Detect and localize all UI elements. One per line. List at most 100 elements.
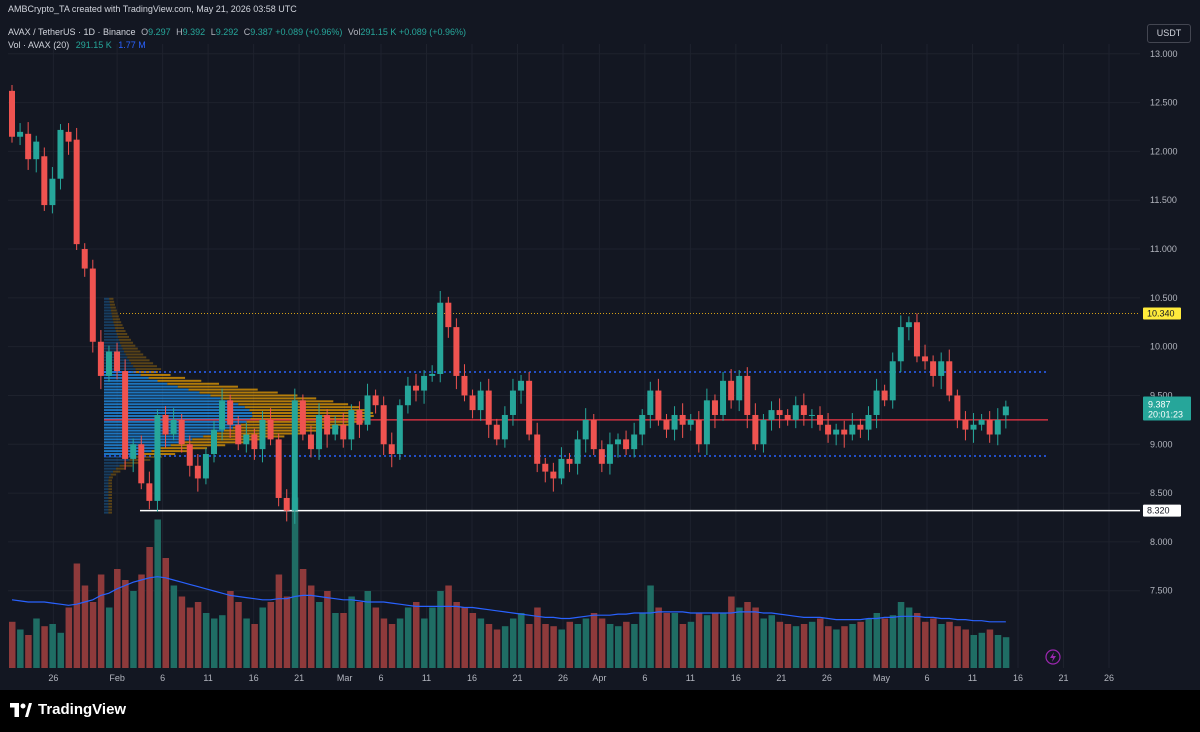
candle-body [283, 497, 290, 511]
profile-row-down [124, 350, 141, 353]
candle-body [970, 424, 977, 430]
volume-bar [356, 602, 363, 668]
profile-row-down [109, 300, 115, 303]
price-chart[interactable]: 13.000 12.500 12.000 11.500 11.000 10.500 10.0… [0, 0, 1200, 690]
candle-body [598, 449, 605, 464]
volume-bar [760, 618, 767, 668]
volume-bar [97, 574, 105, 668]
volume-bar [1002, 637, 1010, 668]
profile-row-down [108, 499, 112, 502]
candle-body [954, 395, 961, 420]
volume-bar [873, 613, 881, 668]
profile-row-down [122, 347, 138, 350]
time-axis[interactable]: 26 Feb 6 11 16 21 Mar 6 11 16 21 26 Apr 6 11 16 21 26 May 6… [48, 673, 1114, 683]
profile-row-up [104, 297, 110, 300]
volume-bar [404, 607, 412, 668]
volume-bar [25, 635, 32, 668]
profile-row-down [177, 385, 238, 388]
candle-body [509, 390, 516, 415]
profile-row-down [108, 508, 112, 511]
candle-body [978, 419, 985, 425]
candle-body [404, 385, 411, 406]
candle-body [89, 268, 96, 342]
profile-row-down [119, 341, 134, 344]
candle-body [889, 361, 896, 401]
time-tick-label: 26 [558, 673, 568, 683]
profile-row-up [104, 461, 125, 464]
volume-bar [283, 596, 291, 668]
profile-row-up [104, 470, 114, 473]
tradingview-logo[interactable]: TradingView [10, 701, 126, 718]
profile-row-up [104, 464, 120, 467]
volume-bar [922, 621, 929, 668]
profile-row-up [104, 441, 182, 444]
candle-body [429, 373, 436, 376]
time-tick-label: 11 [422, 673, 431, 683]
profile-row-down [131, 362, 154, 365]
volume-bar [57, 632, 64, 668]
candle-body [105, 351, 112, 376]
profile-row-up [104, 502, 109, 505]
profile-row-down [113, 321, 122, 324]
profile-row-down [124, 461, 141, 464]
volume-bar [784, 624, 792, 668]
candle-body [388, 444, 395, 455]
footer-bar [0, 690, 1200, 732]
profile-row-up [104, 309, 112, 312]
candle-body [17, 131, 24, 137]
candle-body [946, 361, 953, 396]
time-tick-label: 16 [249, 673, 259, 683]
volume-bar [752, 607, 759, 668]
candle-body [316, 414, 323, 450]
volume-bar [138, 574, 145, 668]
volume-bar [720, 613, 727, 668]
lightning-icon[interactable] [1045, 649, 1061, 665]
volume-bar [768, 615, 776, 668]
candle-body [251, 434, 258, 450]
volume-bar [566, 621, 574, 668]
candle-body [413, 385, 419, 391]
candle-body [178, 419, 185, 445]
candle-body [841, 429, 848, 435]
profile-row-up [104, 300, 110, 303]
candle-body [671, 414, 678, 430]
profile-row-up [104, 315, 113, 318]
profile-row-up [104, 385, 178, 388]
volume-bar [41, 626, 48, 668]
candle-body [461, 375, 468, 396]
profile-row-down [170, 444, 226, 447]
candle-body [994, 419, 1001, 435]
volume-bar [509, 618, 517, 668]
profile-row-down [213, 432, 304, 435]
profile-row-up [104, 394, 211, 397]
candle-body [962, 419, 969, 430]
candle-body [542, 463, 549, 472]
profile-row-down [115, 467, 126, 470]
candle-body [817, 414, 823, 425]
price-tick-label: 11.000 [1150, 244, 1177, 254]
volume-bar [800, 624, 808, 668]
profile-row-down [157, 379, 202, 382]
profile-row-down [114, 327, 124, 330]
volume-bar [243, 618, 250, 668]
candle-body [211, 429, 217, 455]
price-tags: 10.340 8.320 9.38720:01:23 [1143, 307, 1191, 517]
time-tick-label: 6 [924, 673, 929, 683]
candle-body [897, 327, 904, 362]
volume-bar [275, 574, 283, 668]
profile-row-down [108, 482, 112, 485]
profile-row-up [104, 397, 221, 400]
profile-row-down [108, 488, 112, 491]
candle-body [873, 390, 880, 415]
candle-body [493, 424, 500, 440]
time-tick-label: Apr [592, 673, 606, 683]
candle-body [356, 410, 363, 425]
volume-bar [792, 626, 800, 668]
candle-body [606, 444, 613, 464]
candle-body [833, 429, 840, 435]
candle-body [695, 419, 702, 445]
volume-bar [130, 591, 137, 668]
last-price-tag: 9.387 [1148, 399, 1171, 409]
volume-bar [154, 519, 161, 668]
profile-row-up [104, 494, 109, 497]
